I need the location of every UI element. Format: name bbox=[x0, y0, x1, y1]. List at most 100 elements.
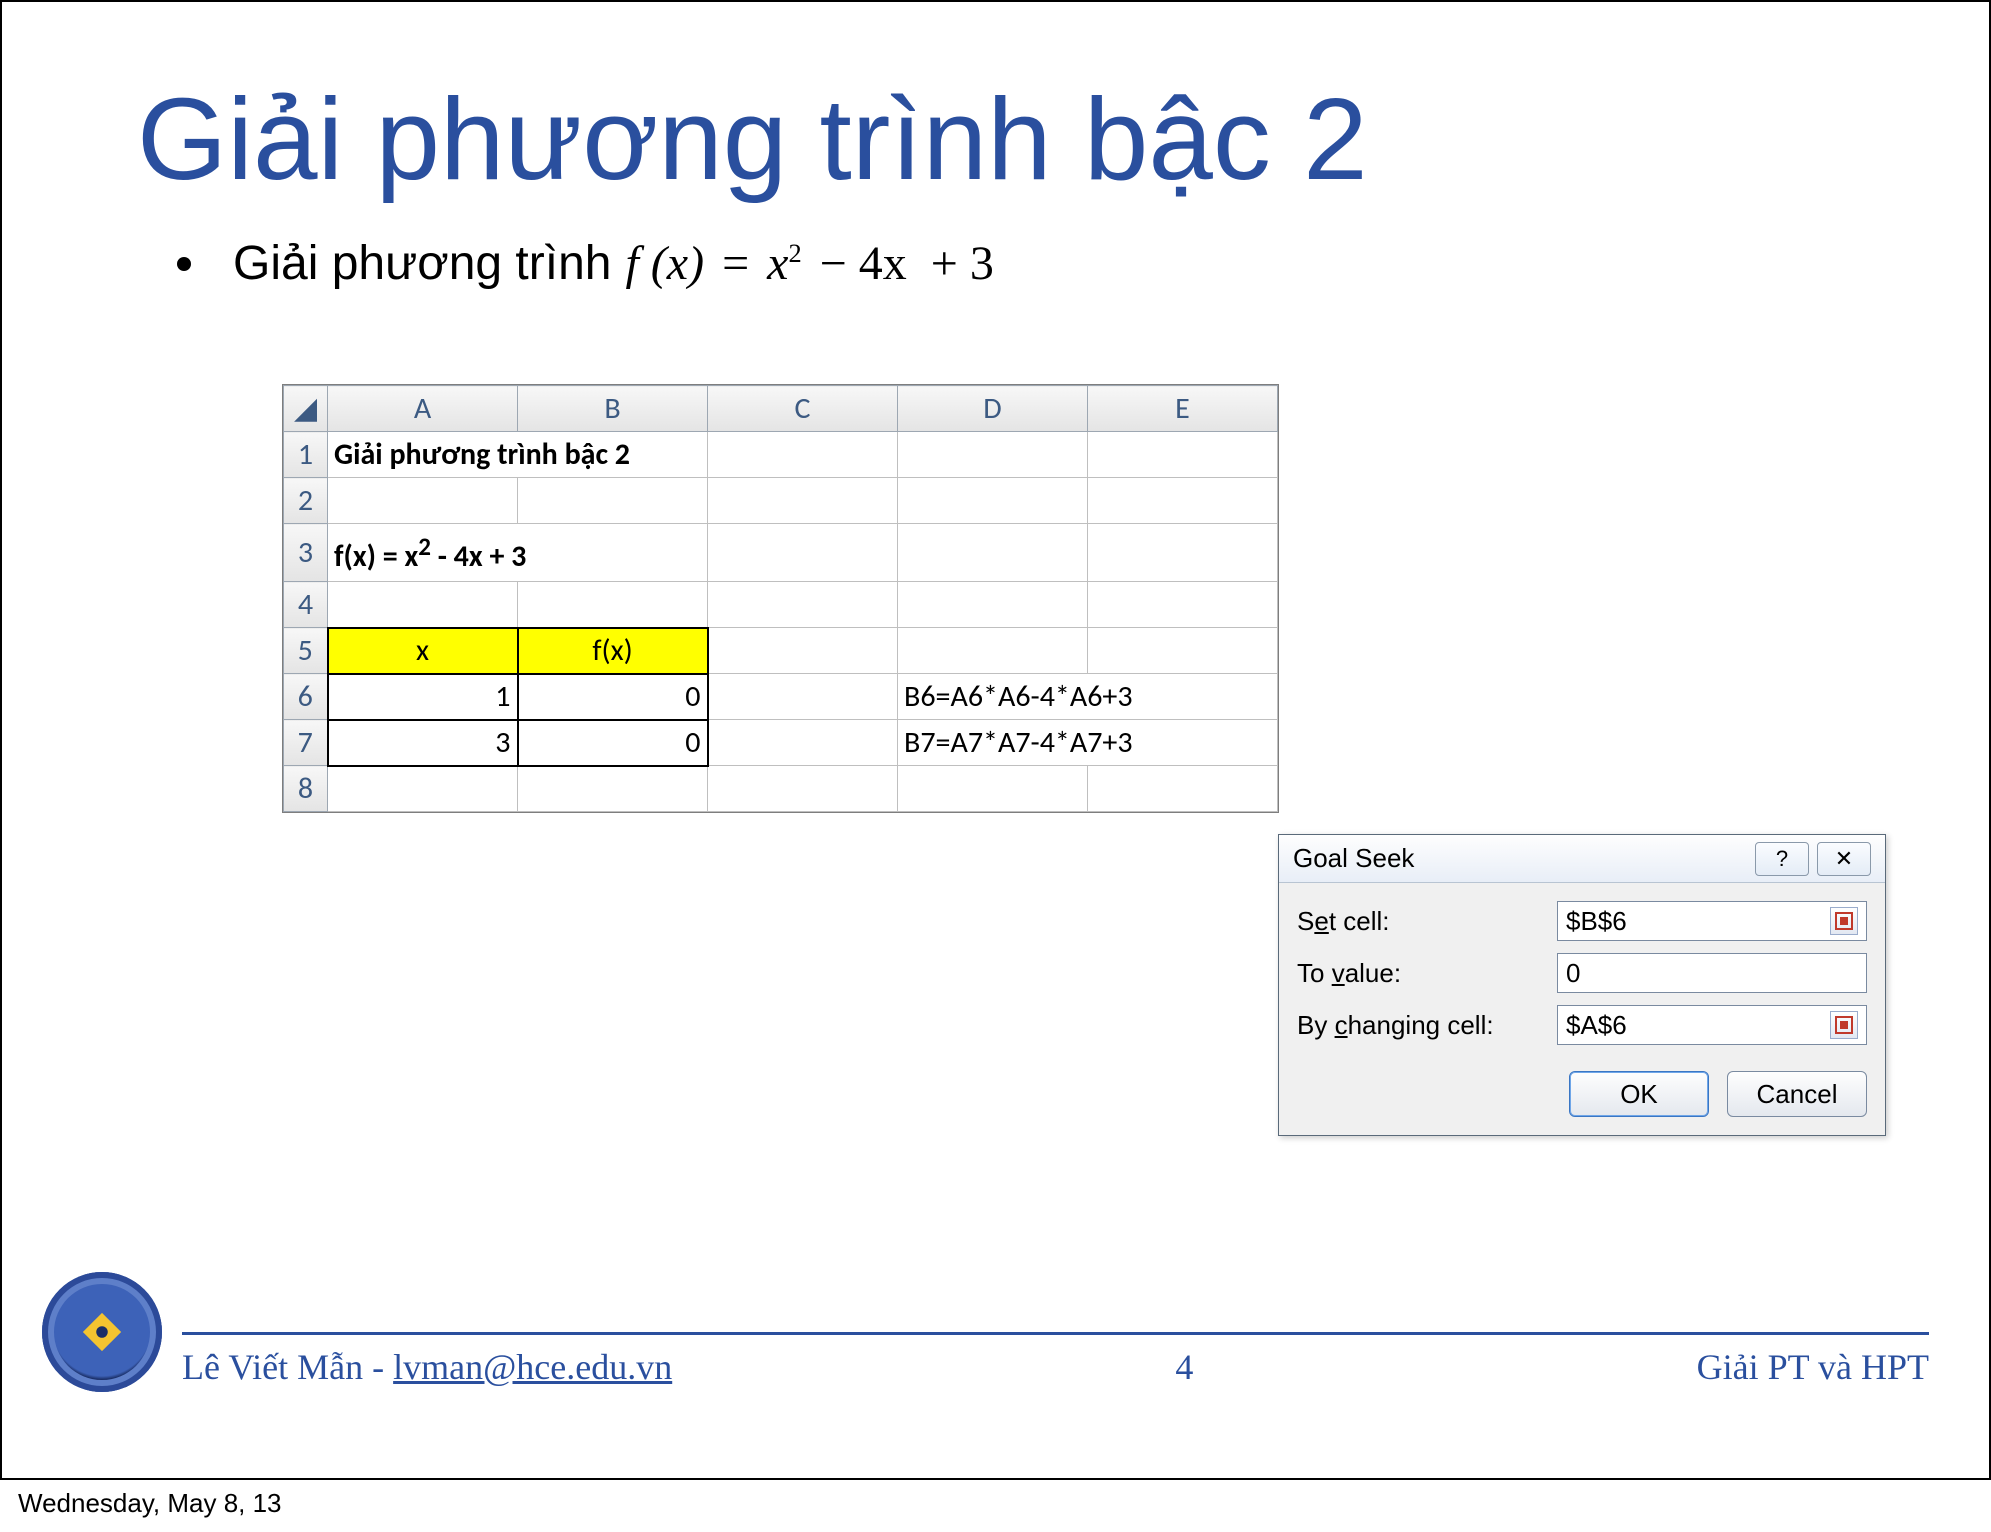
cell-B2[interactable] bbox=[518, 478, 708, 524]
lbl-u: e bbox=[1314, 906, 1328, 936]
cell-E3[interactable] bbox=[1088, 524, 1278, 582]
eq-term3: + 3 bbox=[925, 237, 1000, 290]
footer-author: Lê Viết Mẫn - bbox=[182, 1347, 393, 1387]
cell-E5[interactable] bbox=[1088, 628, 1278, 674]
col-header-D[interactable]: D bbox=[898, 386, 1088, 432]
cell-A3-suf: - 4x + 3 bbox=[431, 538, 526, 575]
footer-author-block: Lê Viết Mẫn - lvman@hce.edu.vn bbox=[182, 1346, 672, 1388]
lbl-u2: v bbox=[1332, 958, 1345, 988]
help-button[interactable]: ? bbox=[1755, 842, 1809, 876]
cell-B5[interactable]: f(x) bbox=[518, 628, 708, 674]
eq-x: x bbox=[767, 237, 788, 290]
lbl-pre: S bbox=[1297, 906, 1314, 936]
range-picker-icon[interactable] bbox=[1830, 907, 1858, 935]
range-picker-icon[interactable] bbox=[1830, 1011, 1858, 1039]
col-header-C[interactable]: C bbox=[708, 386, 898, 432]
cell-A3-sup: 2 bbox=[418, 531, 431, 562]
cell-C2[interactable] bbox=[708, 478, 898, 524]
cell-D7[interactable]: B7=A7*A7-4*A7+3 bbox=[898, 720, 1278, 766]
cell-E4[interactable] bbox=[1088, 582, 1278, 628]
cell-C1[interactable] bbox=[708, 432, 898, 478]
cell-B8[interactable] bbox=[518, 766, 708, 812]
cell-E1[interactable] bbox=[1088, 432, 1278, 478]
bullet-text: Giải phương trình bbox=[233, 236, 611, 291]
cell-A6[interactable]: 1 bbox=[328, 674, 518, 720]
row-header-6[interactable]: 6 bbox=[284, 674, 328, 720]
by-changing-row: By changing cell: $A$6 bbox=[1297, 1005, 1867, 1045]
row-header-1[interactable]: 1 bbox=[284, 432, 328, 478]
by-changing-label: By changing cell: bbox=[1297, 1010, 1557, 1041]
to-value-input[interactable]: 0 bbox=[1557, 953, 1867, 993]
footer-email: lvman@hce.edu.vn bbox=[393, 1347, 672, 1387]
cell-C6[interactable] bbox=[708, 674, 898, 720]
row-header-2[interactable]: 2 bbox=[284, 478, 328, 524]
col-header-A[interactable]: A bbox=[328, 386, 518, 432]
lbl-u3: c bbox=[1335, 1010, 1348, 1040]
cell-A5[interactable]: x bbox=[328, 628, 518, 674]
cell-E8[interactable] bbox=[1088, 766, 1278, 812]
dialog-actions: OK Cancel bbox=[1279, 1071, 1885, 1135]
row-header-8[interactable]: 8 bbox=[284, 766, 328, 812]
dialog-title: Goal Seek bbox=[1293, 843, 1747, 874]
col-header-E[interactable]: E bbox=[1088, 386, 1278, 432]
cell-C3[interactable] bbox=[708, 524, 898, 582]
goal-seek-dialog: Goal Seek ? ✕ Set cell: $B$6 bbox=[1278, 834, 1886, 1136]
cell-D3[interactable] bbox=[898, 524, 1088, 582]
cell-C8[interactable] bbox=[708, 766, 898, 812]
cancel-button[interactable]: Cancel bbox=[1727, 1071, 1867, 1117]
cell-A7[interactable]: 3 bbox=[328, 720, 518, 766]
cell-D1[interactable] bbox=[898, 432, 1088, 478]
cell-D5[interactable] bbox=[898, 628, 1088, 674]
bullet-dot-icon bbox=[177, 257, 191, 271]
cell-D2[interactable] bbox=[898, 478, 1088, 524]
eq-lhs: f (x) bbox=[625, 237, 704, 290]
to-value-row: To value: 0 bbox=[1297, 953, 1867, 993]
footer-module: Giải PT và HPT bbox=[1697, 1346, 1929, 1388]
cell-A4[interactable] bbox=[328, 582, 518, 628]
cell-C4[interactable] bbox=[708, 582, 898, 628]
cell-A8[interactable] bbox=[328, 766, 518, 812]
by-changing-value: $A$6 bbox=[1566, 1010, 1627, 1041]
cell-D8[interactable] bbox=[898, 766, 1088, 812]
by-changing-input[interactable]: $A$6 bbox=[1557, 1005, 1867, 1045]
row-header-3[interactable]: 3 bbox=[284, 524, 328, 582]
cell-B4[interactable] bbox=[518, 582, 708, 628]
row-header-4[interactable]: 4 bbox=[284, 582, 328, 628]
row-header-5[interactable]: 5 bbox=[284, 628, 328, 674]
to-value-label: To value: bbox=[1297, 958, 1557, 989]
dialog-titlebar[interactable]: Goal Seek ? ✕ bbox=[1279, 835, 1885, 883]
dialog-body: Set cell: $B$6 To value: 0 bbox=[1279, 883, 1885, 1071]
cell-D6[interactable]: B6=A6*A6-4*A6+3 bbox=[898, 674, 1278, 720]
ok-button[interactable]: OK bbox=[1569, 1071, 1709, 1117]
cell-A3[interactable]: f(x) = x2 - 4x + 3 bbox=[328, 524, 708, 582]
equation: f (x) = x2 − 4x + 3 bbox=[625, 236, 999, 291]
cell-A1[interactable]: Giải phương trình bậc 2 bbox=[328, 432, 708, 478]
sheet-corner[interactable]: ◢ bbox=[284, 386, 328, 432]
set-cell-input[interactable]: $B$6 bbox=[1557, 901, 1867, 941]
cell-C7[interactable] bbox=[708, 720, 898, 766]
footer-divider bbox=[182, 1332, 1929, 1335]
eq-sup: 2 bbox=[788, 238, 801, 268]
close-icon: ✕ bbox=[1835, 846, 1853, 872]
col-header-B[interactable]: B bbox=[518, 386, 708, 432]
cell-A2[interactable] bbox=[328, 478, 518, 524]
close-button[interactable]: ✕ bbox=[1817, 842, 1871, 876]
lbl-pre3: By bbox=[1297, 1010, 1335, 1040]
eq-term2: − 4x bbox=[814, 237, 913, 290]
footer-page: 4 bbox=[1175, 1346, 1193, 1388]
set-cell-row: Set cell: $B$6 bbox=[1297, 901, 1867, 941]
cell-A3-pre: f(x) = x bbox=[334, 538, 418, 575]
lbl-post2: alue: bbox=[1345, 958, 1401, 988]
row-header-7[interactable]: 7 bbox=[284, 720, 328, 766]
to-value-value: 0 bbox=[1566, 958, 1580, 989]
cell-B6[interactable]: 0 bbox=[518, 674, 708, 720]
cell-B7[interactable]: 0 bbox=[518, 720, 708, 766]
slide-title: Giải phương trình bậc 2 bbox=[137, 72, 1989, 206]
lbl-post: t cell: bbox=[1329, 906, 1390, 936]
set-cell-label: Set cell: bbox=[1297, 906, 1557, 937]
set-cell-value: $B$6 bbox=[1566, 906, 1627, 937]
cell-E2[interactable] bbox=[1088, 478, 1278, 524]
cell-C5[interactable] bbox=[708, 628, 898, 674]
presentation-date: Wednesday, May 8, 13 bbox=[18, 1488, 282, 1519]
cell-D4[interactable] bbox=[898, 582, 1088, 628]
